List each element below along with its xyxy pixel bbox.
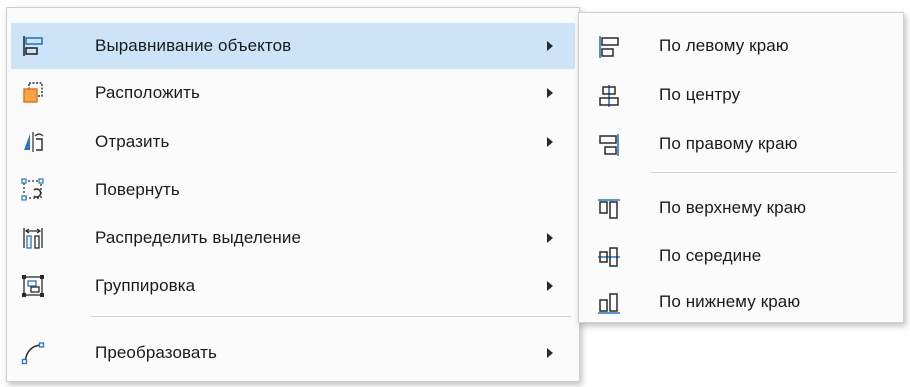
submenu-item-align-right[interactable]: По правому краю [583,121,899,169]
menu-item-label: Отразить [95,132,170,151]
align-right-icon [597,133,621,157]
menu-item-label: Распределить выделение [95,228,302,247]
group-icon [21,274,45,298]
align-top-icon [597,197,621,221]
submenu-item-label: По середине [659,246,762,265]
submenu-arrow-icon [547,88,553,98]
submenu-item-label: По верхнему краю [659,198,807,217]
submenu-arrow-icon [547,137,553,147]
submenu-arrow-icon [547,41,553,51]
submenu-separator [651,172,897,173]
align-objects-icon [21,34,45,58]
rotate-icon [21,178,45,202]
submenu-item-align-top[interactable]: По верхнему краю [583,185,899,233]
menu-separator [91,316,571,317]
align-submenu: По левому краю По центру По правому краю… [578,12,904,323]
flip-icon [21,130,45,154]
align-center-icon [597,84,621,108]
submenu-item-align-middle[interactable]: По середине [583,233,899,281]
submenu-arrow-icon [547,233,553,243]
align-middle-icon [597,245,621,269]
submenu-item-align-center[interactable]: По центру [583,72,899,120]
distribute-icon [21,226,45,250]
context-menu: Выравнивание объектов Расположить Отрази… [6,7,580,382]
menu-item-flip[interactable]: Отразить [11,119,575,165]
submenu-arrow-icon [547,348,553,358]
menu-item-distribute[interactable]: Распределить выделение [11,215,575,261]
submenu-item-label: По правому краю [659,134,798,153]
menu-item-label: Выравнивание объектов [95,36,292,55]
align-left-icon [597,35,621,59]
arrange-icon [21,81,45,105]
submenu-item-label: По центру [659,85,741,104]
menu-item-arrange[interactable]: Расположить [11,70,575,116]
submenu-item-align-left[interactable]: По левому краю [583,23,899,71]
submenu-arrow-icon [547,281,553,291]
menu-item-label: Повернуть [95,180,180,199]
menu-item-align-objects[interactable]: Выравнивание объектов [11,23,575,69]
submenu-item-label: По левому краю [659,36,789,55]
menu-item-group[interactable]: Группировка [11,263,575,309]
submenu-item-align-bottom[interactable]: По нижнему краю [583,279,899,327]
menu-item-convert[interactable]: Преобразовать [11,330,575,376]
align-bottom-icon [597,291,621,315]
submenu-item-label: По нижнему краю [659,292,801,311]
menu-item-label: Расположить [95,83,201,102]
convert-icon [21,341,45,365]
menu-item-label: Преобразовать [95,343,217,362]
menu-item-label: Группировка [95,276,196,295]
menu-item-rotate[interactable]: Повернуть [11,167,575,213]
